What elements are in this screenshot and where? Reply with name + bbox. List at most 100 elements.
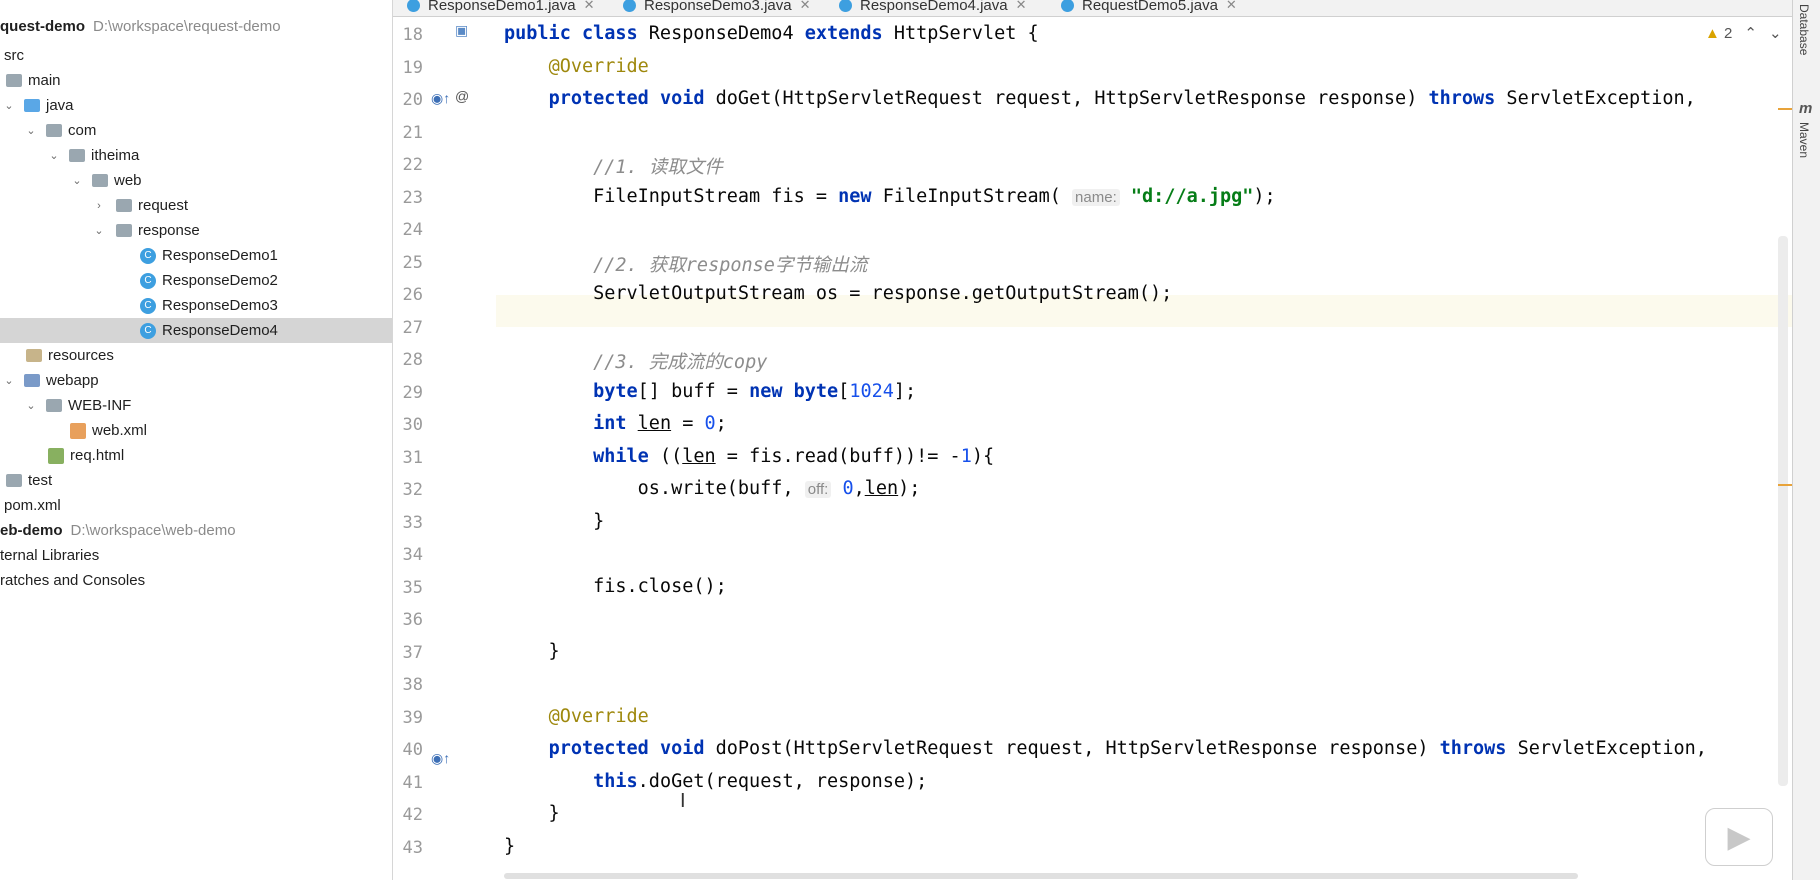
override-icon[interactable]: ◉↑ [431,90,450,107]
maven-tool-button[interactable]: Maven [1797,122,1811,158]
tree-item-web-xml[interactable]: web.xml [0,418,392,443]
chevron-down-icon[interactable]: ⌄ [2,374,16,387]
tree-item-responsedemo3[interactable]: C ResponseDemo3 [0,293,392,318]
project-tree-panel: quest-demo D:\workspace\request-demo src… [0,0,393,880]
tab-requestdemo5[interactable]: RequestDemo5.java ✕ [1061,0,1237,16]
chevron-down-icon[interactable]: ⌄ [47,149,61,162]
tree-item-java[interactable]: ⌄ java [0,93,392,118]
line-number: 34 [402,545,423,565]
line-number: 32 [402,480,423,500]
tree-item-req-html[interactable]: req.html [0,443,392,468]
tree-item-label: ResponseDemo1 [162,247,278,264]
chevron-down-icon[interactable]: ⌄ [2,99,16,112]
tree-item-response[interactable]: ⌄ response [0,218,392,243]
tree-item-request[interactable]: › request [0,193,392,218]
tree-item-web-demo[interactable]: eb-demo D:\workspace\web-demo [0,518,392,543]
folder-icon [6,74,22,87]
tree-item-web[interactable]: ⌄ web [0,168,392,193]
tree-item-main[interactable]: main [0,68,392,93]
java-class-icon: C [140,272,156,289]
line-number: 21 [402,123,423,143]
java-class-icon [623,0,636,12]
code-editor[interactable]: public class ResponseDemo4 extends HttpS… [496,17,1792,880]
horizontal-scrollbar[interactable] [504,873,1578,879]
chevron-down-icon[interactable]: ⌄ [70,174,84,187]
tree-item-responsedemo1[interactable]: C ResponseDemo1 [0,243,392,268]
warning-indicator[interactable]: ▲ 2 [1705,25,1732,42]
tree-item-pom-xml[interactable]: pom.xml [0,493,392,518]
database-tool-button[interactable]: Database [1797,4,1811,55]
line-number: 38 [402,675,423,695]
chevron-right-icon[interactable]: › [92,200,106,212]
code-line-43: } [504,836,516,857]
tree-item-label: itheima [91,147,140,164]
code-line-33: } [504,511,605,532]
tree-item-label: response [138,222,200,239]
chevron-down-icon[interactable]: ⌄ [24,399,38,412]
tree-item-label: req.html [70,447,125,464]
tree-item-label: eb-demo [0,522,63,539]
play-icon[interactable]: ▶ [1705,808,1773,866]
web-servlet-icon[interactable]: ▣ [455,22,468,39]
code-line-29: byte[] buff = new byte[1024]; [593,381,917,402]
line-number: 18 [402,25,423,45]
text-cursor-icon: I [680,790,686,812]
warning-stripe[interactable] [1778,108,1792,110]
line-number: 31 [402,448,423,468]
code-line-42: } [504,803,560,824]
tree-item-responsedemo4[interactable]: C ResponseDemo4 [0,318,392,343]
tree-item-label: web.xml [92,422,148,439]
close-icon[interactable]: ✕ [1016,0,1027,13]
tree-item-label: main [28,72,61,89]
line-number: 20 [402,90,423,110]
code-line-35: fis.close(); [504,576,727,597]
warning-stripe[interactable] [1778,484,1792,486]
code-line-19: @Override [548,56,649,77]
annotation-icon[interactable]: @ [455,88,469,104]
close-icon[interactable]: ✕ [584,0,595,13]
tab-responsedemo3[interactable]: ResponseDemo3.java ✕ [623,0,811,16]
tree-item-label: request [138,197,189,214]
chevron-up-icon[interactable]: ⌃ [1744,24,1757,42]
tree-item-src[interactable]: src [0,43,392,68]
tab-responsedemo1[interactable]: ResponseDemo1.java ✕ [407,0,595,16]
tree-item-external-libraries[interactable]: ternal Libraries [0,543,392,568]
tree-item-label: WEB-INF [68,397,132,414]
package-icon [116,199,132,212]
tree-item-webapp[interactable]: ⌄ webapp [0,368,392,393]
tree-item-com[interactable]: ⌄ com [0,118,392,143]
tree-item-itheima[interactable]: ⌄ itheima [0,143,392,168]
tree-item-web-inf[interactable]: ⌄ WEB-INF [0,393,392,418]
line-number: 22 [402,155,423,175]
tree-item-label: ResponseDemo4 [162,322,278,339]
editor-tab-bar: ResponseDemo1.java ✕ ResponseDemo3.java … [393,0,1793,17]
line-number: 26 [402,285,423,305]
line-number: 36 [402,610,423,630]
tree-item-resources[interactable]: resources [0,343,392,368]
close-icon[interactable]: ✕ [1226,0,1237,13]
tree-item-responsedemo2[interactable]: C ResponseDemo2 [0,268,392,293]
editor-gutter[interactable]: 18 19 20 21 22 23 24 25 26 27 28 29 30 3… [393,17,524,880]
package-icon [46,124,62,137]
warning-icon: ▲ [1705,24,1720,42]
inspection-widget[interactable]: ▲ 2 ⌃ ⌄ [1705,24,1782,43]
line-number: 35 [402,578,423,598]
line-number: 24 [402,220,423,240]
chevron-down-icon[interactable]: ⌄ [24,124,38,137]
chevron-down-icon[interactable]: ⌄ [1769,24,1782,42]
tree-item-scratches[interactable]: ratches and Consoles [0,568,392,593]
tab-responsedemo4[interactable]: ResponseDemo4.java ✕ [839,0,1027,16]
override-icon[interactable]: ◉↑ [431,750,450,767]
warning-count: 2 [1724,24,1733,42]
resources-folder-icon [26,349,42,362]
vertical-scrollbar[interactable] [1778,236,1788,786]
close-icon[interactable]: ✕ [800,0,811,13]
tree-item-test[interactable]: test [0,468,392,493]
code-line-40: protected void doPost(HttpServletRequest… [548,738,1707,759]
line-number: 23 [402,188,423,208]
tree-item-request-demo[interactable]: quest-demo D:\workspace\request-demo [0,14,392,39]
right-tool-strip: Database m Maven [1792,0,1820,880]
line-number: 43 [402,838,423,858]
tree-item-label: resources [48,347,114,364]
chevron-down-icon[interactable]: ⌄ [92,224,106,237]
